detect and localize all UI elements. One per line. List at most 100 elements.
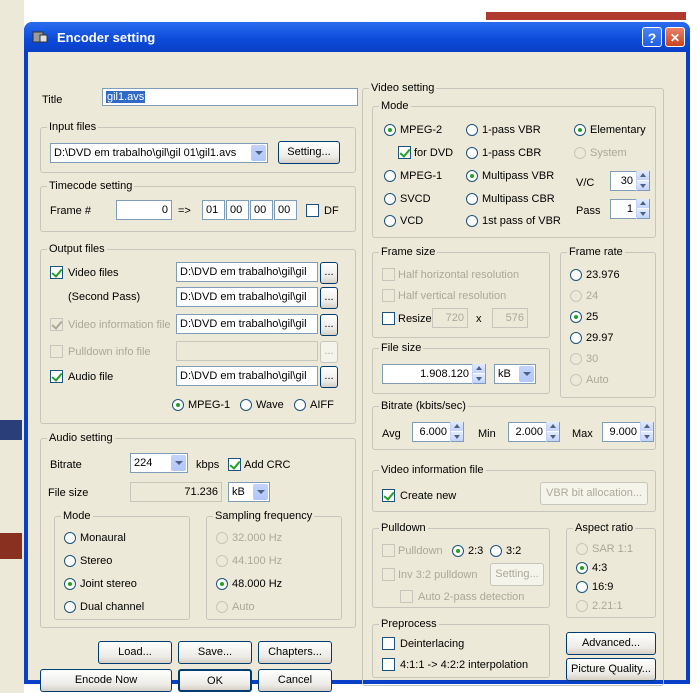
input-file-dropdown[interactable]: D:\DVD em trabalho\gil\gil 01\gil1.avs [50, 143, 268, 163]
ratio-32-radio[interactable] [490, 545, 502, 557]
ok-button[interactable]: OK [178, 669, 252, 692]
spin-down-icon[interactable] [473, 374, 485, 383]
spin-up-icon[interactable] [637, 199, 649, 208]
max-spinner[interactable] [640, 422, 653, 442]
freq-48-radio[interactable] [216, 578, 228, 590]
resize-width-input[interactable]: 720 [432, 308, 468, 328]
resize-height-input[interactable]: 576 [492, 308, 528, 328]
timecode-hh[interactable]: 01 [202, 200, 225, 220]
spin-up-icon[interactable] [451, 422, 463, 431]
rate-24-radio[interactable] [570, 290, 582, 302]
spin-down-icon[interactable] [451, 432, 463, 441]
help-button[interactable]: ? [642, 27, 662, 47]
sar-radio[interactable] [576, 543, 588, 555]
dual-channel-radio[interactable] [64, 601, 76, 613]
spin-down-icon[interactable] [637, 181, 649, 190]
timecode-ss[interactable]: 00 [250, 200, 273, 220]
vbr-allocation-button[interactable]: VBR bit allocation... [540, 482, 648, 505]
vcd-radio[interactable] [384, 215, 396, 227]
half-vertical-checkbox[interactable] [382, 289, 395, 302]
file-size-input[interactable]: 1.908.120 [382, 364, 486, 384]
audio-format-mpeg1-radio[interactable] [172, 399, 184, 411]
pulldown-info-checkbox[interactable] [50, 345, 63, 358]
pulldown-setting-button[interactable]: Setting... [490, 563, 544, 586]
system-radio[interactable] [574, 147, 586, 159]
picture-quality-button[interactable]: Picture Quality... [566, 658, 656, 681]
multipass-cbr-radio[interactable] [466, 193, 478, 205]
video-info-checkbox[interactable] [50, 318, 63, 331]
interpolation-checkbox[interactable] [382, 658, 395, 671]
rate-2997-radio[interactable] [570, 332, 582, 344]
frame-input[interactable]: 0 [116, 200, 172, 220]
freq-32-radio[interactable] [216, 532, 228, 544]
encode-now-button[interactable]: Encode Now [40, 669, 172, 692]
video-info-browse[interactable]: ... [320, 314, 338, 336]
joint-stereo-radio[interactable] [64, 578, 76, 590]
pulldown-checkbox[interactable] [382, 544, 395, 557]
svcd-radio[interactable] [384, 193, 396, 205]
audio-file-path[interactable]: D:\DVD em trabalho\gil\gil [176, 366, 318, 386]
first-pass-vbr-radio[interactable] [466, 215, 478, 227]
deinterlacing-checkbox[interactable] [382, 637, 395, 650]
save-button[interactable]: Save... [178, 641, 252, 664]
avg-spinner[interactable] [450, 422, 463, 442]
freq-auto-radio[interactable] [216, 601, 228, 613]
aspect-169-radio[interactable] [576, 581, 588, 593]
audio-format-aiff-radio[interactable] [294, 399, 306, 411]
vc-spinner[interactable] [636, 171, 649, 191]
second-pass-path[interactable]: D:\DVD em trabalho\gil\gil [176, 287, 318, 307]
resize-checkbox[interactable] [382, 312, 395, 325]
chapters-button[interactable]: Chapters... [258, 641, 332, 664]
pulldown-info-path[interactable] [176, 341, 318, 361]
spin-up-icon[interactable] [637, 171, 649, 180]
video-files-checkbox[interactable] [50, 266, 63, 279]
spin-down-icon[interactable] [641, 432, 653, 441]
ratio-23-radio[interactable] [452, 545, 464, 557]
audio-file-browse[interactable]: ... [320, 366, 338, 388]
video-info-path[interactable]: D:\DVD em trabalho\gil\gil [176, 314, 318, 334]
timecode-mm[interactable]: 00 [226, 200, 249, 220]
rate-23976-radio[interactable] [570, 269, 582, 281]
close-button[interactable]: ✕ [665, 27, 685, 47]
vbr1-radio[interactable] [466, 124, 478, 136]
load-button[interactable]: Load... [98, 641, 172, 664]
mpeg1-radio[interactable] [384, 170, 396, 182]
add-crc-checkbox[interactable] [228, 458, 241, 471]
spin-up-icon[interactable] [547, 422, 559, 431]
video-files-browse[interactable]: ... [320, 262, 338, 284]
rate-auto-radio[interactable] [570, 374, 582, 386]
file-size-unit-dropdown[interactable]: kB [494, 364, 536, 384]
audio-filesize-unit-dropdown[interactable]: kB [228, 482, 270, 502]
input-setting-button[interactable]: Setting... [278, 141, 340, 164]
advanced-button[interactable]: Advanced... [566, 632, 656, 655]
elementary-radio[interactable] [574, 124, 586, 136]
mpeg2-radio[interactable] [384, 124, 396, 136]
df-checkbox[interactable] [306, 204, 319, 217]
audio-bitrate-dropdown[interactable]: 224 [130, 453, 188, 473]
spin-down-icon[interactable] [637, 209, 649, 218]
aspect-221-radio[interactable] [576, 600, 588, 612]
title-input[interactable]: gil1.avs [102, 88, 358, 106]
spin-down-icon[interactable] [547, 432, 559, 441]
cancel-button[interactable]: Cancel [258, 669, 332, 692]
spin-up-icon[interactable] [641, 422, 653, 431]
pass-spinner[interactable] [636, 199, 649, 219]
multipass-vbr-radio[interactable] [466, 170, 478, 182]
for-dvd-checkbox[interactable] [398, 146, 411, 159]
spin-up-icon[interactable] [473, 364, 485, 373]
rate-30-radio[interactable] [570, 353, 582, 365]
timecode-ff[interactable]: 00 [274, 200, 297, 220]
aspect-43-radio[interactable] [576, 562, 588, 574]
audio-file-checkbox[interactable] [50, 370, 63, 383]
freq-44-radio[interactable] [216, 555, 228, 567]
pulldown-info-browse[interactable]: ... [320, 341, 338, 363]
inv-pulldown-checkbox[interactable] [382, 568, 395, 581]
rate-25-radio[interactable] [570, 311, 582, 323]
stereo-radio[interactable] [64, 555, 76, 567]
file-size-spinner[interactable] [472, 364, 485, 384]
video-files-path[interactable]: D:\DVD em trabalho\gil\gil [176, 262, 318, 282]
monaural-radio[interactable] [64, 532, 76, 544]
second-pass-browse[interactable]: ... [320, 287, 338, 309]
create-new-checkbox[interactable] [382, 489, 395, 502]
title-bar[interactable]: Encoder setting ? ✕ [24, 22, 690, 52]
